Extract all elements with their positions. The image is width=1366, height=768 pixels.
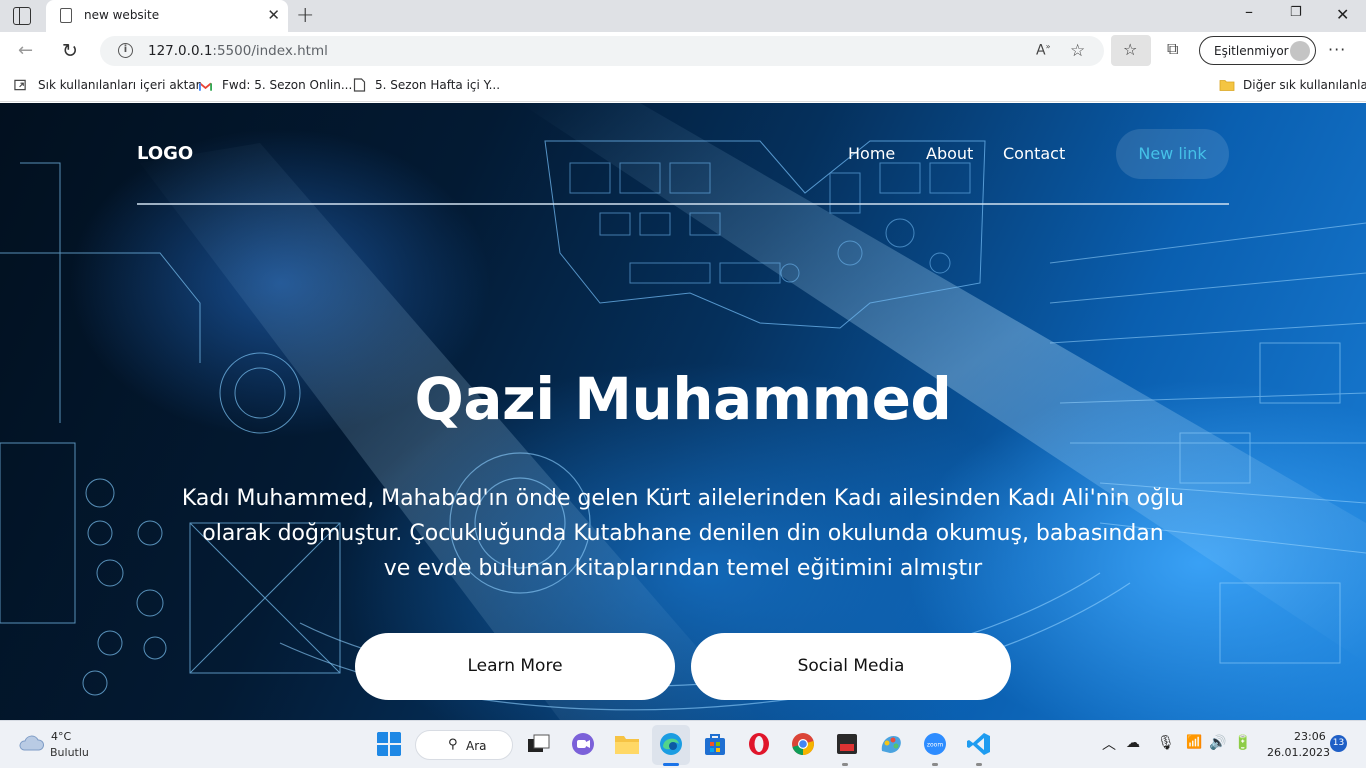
notification-badge[interactable]: 13: [1330, 735, 1347, 752]
wifi-icon[interactable]: 📶: [1186, 735, 1202, 750]
hero-title: Qazi Muhammed: [414, 365, 952, 433]
read-aloud-icon[interactable]: A»: [1036, 42, 1050, 59]
start-icon[interactable]: [376, 731, 402, 757]
chevron-up-icon[interactable]: ︿: [1102, 734, 1116, 754]
more-options-icon[interactable]: ···: [1328, 40, 1346, 59]
store-icon[interactable]: [702, 731, 728, 757]
folder-icon: [1219, 80, 1235, 91]
other-bookmarks[interactable]: Diğer sık kullanılanlar: [1243, 78, 1366, 92]
onedrive-icon[interactable]: ☁: [1126, 735, 1140, 751]
search-label: Ara: [466, 739, 487, 753]
opera-icon[interactable]: [746, 731, 772, 757]
taskbar-search[interactable]: ⚲ Ara: [415, 730, 513, 760]
bookmark-sezon[interactable]: 5. Sezon Hafta içi Y...: [375, 78, 500, 92]
document-icon: [353, 78, 366, 92]
hero-description: Kadı Muhammed, Mahabad'ın önde gelen Kür…: [133, 481, 1233, 586]
browser-toolbar: ← ↻ i 127.0.0.1:5500/index.html A» ☆ ☆ ⧉…: [0, 32, 1366, 70]
site-logo[interactable]: LOGO: [137, 143, 193, 164]
bookmark-import[interactable]: Sık kullanılanları içeri aktar: [38, 78, 201, 92]
browser-tab[interactable]: new website ✕: [46, 0, 288, 32]
weather-temperature[interactable]: 4°C: [51, 730, 71, 743]
volume-icon[interactable]: 🔊: [1209, 735, 1226, 751]
weather-description[interactable]: Bulutlu: [50, 746, 89, 759]
new-tab-icon[interactable]: +: [296, 3, 314, 28]
tab-strip: new website ✕ + – ❐ ✕: [0, 0, 1366, 32]
gmail-icon: [199, 82, 212, 91]
paint-icon[interactable]: [878, 731, 904, 757]
app-icon[interactable]: [834, 731, 860, 757]
collections-icon[interactable]: ⧉: [1167, 39, 1178, 59]
clock-date[interactable]: 26.01.2023: [1267, 746, 1330, 759]
restore-icon[interactable]: ❐: [1290, 5, 1302, 20]
tab-actions-icon[interactable]: [13, 7, 31, 25]
social-media-button[interactable]: Social Media: [691, 633, 1011, 700]
chrome-icon[interactable]: [790, 731, 816, 757]
vscode-icon[interactable]: [966, 731, 992, 757]
hero-line: olarak doğmuştur. Çocukluğunda Kutabhane…: [202, 521, 1164, 546]
url-text: 127.0.0.1:5500/index.html: [148, 43, 328, 59]
search-icon: ⚲: [448, 737, 458, 752]
learn-more-button[interactable]: Learn More: [355, 633, 675, 700]
edge-taskbar-slot[interactable]: [652, 725, 690, 765]
teams-chat-icon[interactable]: [570, 731, 596, 757]
header-divider: [137, 203, 1229, 205]
microphone-icon[interactable]: 🎙: [1157, 735, 1175, 751]
edge-icon: [660, 733, 682, 755]
profile-sync-button[interactable]: Eşitlenmiyor: [1199, 36, 1316, 65]
file-explorer-icon[interactable]: [614, 731, 640, 757]
favorites-button[interactable]: ☆: [1111, 35, 1151, 66]
minimize-icon[interactable]: –: [1245, 2, 1253, 21]
task-view-icon[interactable]: [526, 731, 552, 757]
battery-icon[interactable]: 🔋: [1234, 735, 1251, 751]
active-app-indicator: [663, 763, 679, 766]
close-tab-icon[interactable]: ✕: [267, 6, 280, 24]
tab-title: new website: [84, 8, 160, 22]
page-icon: [60, 8, 72, 23]
clock-time[interactable]: 23:06: [1294, 730, 1326, 743]
new-link-button[interactable]: New link: [1116, 129, 1229, 179]
zoom-icon[interactable]: zoom: [922, 731, 948, 757]
favorites-icon: ☆: [1123, 40, 1138, 59]
refresh-icon[interactable]: ↻: [62, 40, 78, 62]
back-icon[interactable]: ←: [18, 40, 33, 61]
windows-taskbar: 4°C Bulutlu ⚲ Ara zoom ︿ ☁ 🎙 📶 🔊 🔋 23:06…: [0, 720, 1366, 768]
svg-text:zoom: zoom: [927, 742, 943, 749]
running-indicator: [932, 763, 938, 766]
import-icon: [14, 79, 26, 91]
bookmark-fwd[interactable]: Fwd: 5. Sezon Onlin...: [222, 78, 352, 92]
hero-section: LOGO Home About Contact New link Qazi Mu…: [0, 103, 1366, 720]
avatar-icon: [1290, 41, 1310, 61]
sync-status-label: Eşitlenmiyor: [1214, 44, 1289, 58]
hero-line: Kadı Muhammed, Mahabad'ın önde gelen Kür…: [181, 486, 1185, 511]
site-info-icon[interactable]: i: [118, 43, 133, 58]
bookmarks-bar: Sık kullanılanları içeri aktar Fwd: 5. S…: [0, 70, 1366, 102]
address-bar[interactable]: i 127.0.0.1:5500/index.html A» ☆: [100, 36, 1104, 66]
running-indicator: [842, 763, 848, 766]
nav-contact[interactable]: Contact: [1003, 144, 1065, 163]
close-window-icon[interactable]: ✕: [1336, 5, 1349, 24]
nav-home[interactable]: Home: [848, 144, 895, 163]
cloud-icon[interactable]: [18, 735, 44, 751]
running-indicator: [976, 763, 982, 766]
hero-line: ve evde bulunan kitaplarından temel eğit…: [383, 556, 983, 581]
nav-about[interactable]: About: [926, 144, 973, 163]
add-favorite-icon[interactable]: ☆: [1070, 41, 1085, 61]
